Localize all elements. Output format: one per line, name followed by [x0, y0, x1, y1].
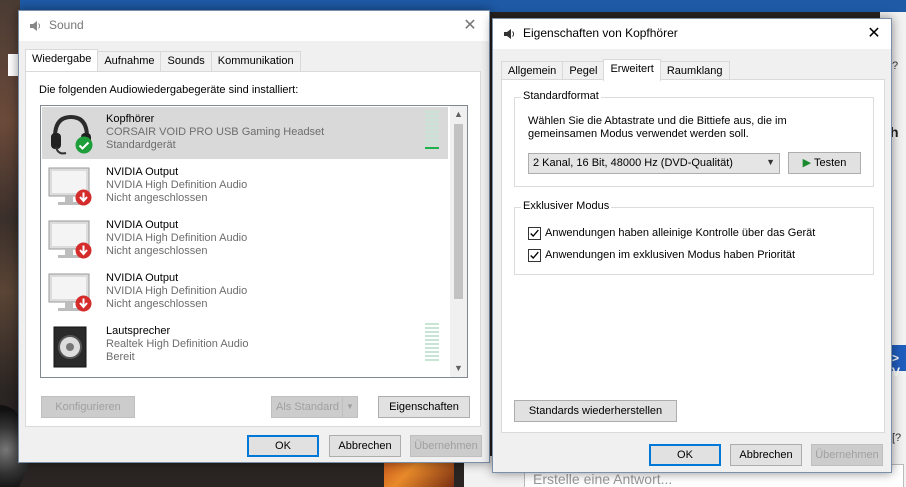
default-check-badge: [75, 136, 93, 154]
configure-button[interactable]: Konfigurieren: [41, 396, 135, 418]
properties-window-title: Eigenschaften von Kopfhörer: [523, 26, 678, 40]
sound-apply-button[interactable]: Übernehmen: [410, 435, 482, 457]
sound-cancel-button[interactable]: Abbrechen: [329, 435, 401, 457]
exclusive-mode-group: Exklusiver Modus Anwendungen haben allei…: [514, 200, 874, 275]
erweitert-panel: Standardformat Wählen Sie die Abtastrate…: [501, 79, 885, 433]
list-item-nvidia-output-2[interactable]: NVIDIA Output NVIDIA High Definition Aud…: [42, 213, 448, 265]
volume-meter: [425, 323, 439, 363]
device-description: NVIDIA High Definition Audio: [106, 232, 248, 244]
checkmark-icon: [530, 229, 539, 238]
restore-defaults-button[interactable]: Standards wiederherstellen: [514, 400, 677, 422]
default-format-group: Standardformat Wählen Sie die Abtastrate…: [514, 90, 874, 187]
list-heading: Die folgenden Audiowiedergabegeräte sind…: [39, 84, 299, 96]
device-description: NVIDIA High Definition Audio: [106, 285, 248, 297]
exclusive-mode-group-label: Exklusiver Modus: [521, 200, 612, 212]
set-default-dropdown[interactable]: ▼: [342, 396, 358, 418]
speaker-app-icon: [504, 29, 515, 39]
format-select-value: 2 Kanal, 16 Bit, 48000 Hz (DVD-Qualität): [533, 157, 733, 169]
desktop-background-left: [0, 0, 30, 487]
device-status: Standardgerät: [106, 139, 176, 151]
disconnected-arrow-badge: [75, 295, 92, 312]
list-item-lautsprecher[interactable]: Lautsprecher Realtek High Definition Aud…: [42, 319, 448, 371]
properties-ok-button[interactable]: OK: [649, 444, 721, 466]
sound-window-title: Sound: [49, 18, 84, 32]
tab-aufnahme[interactable]: Aufnahme: [97, 51, 162, 71]
tab-pegel[interactable]: Pegel: [562, 61, 605, 81]
sound-titlebar: Sound ✕: [19, 11, 489, 41]
checkmark-icon: [530, 251, 539, 260]
exclusive-priority-checkbox-row[interactable]: Anwendungen im exklusiven Modus haben Pr…: [528, 248, 858, 264]
device-status: Nicht angeschlossen: [106, 298, 208, 310]
test-button[interactable]: ▶ Testen: [788, 152, 861, 174]
browser-top-bar-right: [880, 0, 906, 12]
tab-sounds[interactable]: Sounds: [160, 51, 212, 71]
volume-meter: [425, 111, 439, 151]
device-name: NVIDIA Output: [106, 219, 179, 231]
device-description: Realtek High Definition Audio: [106, 338, 249, 350]
tab-kommunikation[interactable]: Kommunikation: [210, 51, 301, 71]
device-status: Bereit: [106, 351, 135, 363]
device-status: Nicht angeschlossen: [106, 245, 208, 257]
default-format-description-line1: Wählen Sie die Abtastrate und die Bittie…: [528, 115, 787, 127]
test-button-label: Testen: [813, 157, 847, 169]
sound-close-button[interactable]: ✕: [459, 15, 481, 37]
page-marker-bottom: [?: [892, 432, 902, 444]
speaker-app-icon: [30, 21, 41, 31]
tab-erweitert[interactable]: Erweitert: [603, 59, 661, 81]
device-status: Nicht angeschlossen: [106, 192, 208, 204]
exclusive-control-checkbox-row[interactable]: Anwendungen haben alleinige Kontrolle üb…: [528, 226, 858, 242]
format-select[interactable]: 2 Kanal, 16 Bit, 48000 Hz (DVD-Qualität)…: [528, 153, 780, 174]
tab-wiedergabe[interactable]: Wiedergabe: [25, 49, 99, 71]
device-list[interactable]: Kopfhörer CORSAIR VOID PRO USB Gaming He…: [40, 105, 468, 378]
exclusive-priority-label: Anwendungen im exklusiven Modus haben Pr…: [545, 249, 796, 261]
sound-tabstrip: Wiedergabe Aufnahme Sounds Kommunikation: [25, 49, 301, 71]
scroll-up-icon[interactable]: ▲: [450, 106, 467, 123]
properties-button[interactable]: Eigenschaften: [378, 396, 470, 418]
scroll-thumb[interactable]: [454, 124, 463, 299]
set-default-button[interactable]: Als Standard: [271, 396, 343, 418]
properties-tabstrip: Allgemein Pegel Erweitert Raumklang: [501, 59, 730, 81]
scroll-down-icon[interactable]: ▼: [450, 360, 467, 377]
exclusive-control-checkbox[interactable]: [528, 227, 541, 240]
exclusive-control-label: Anwendungen haben alleinige Kontrolle üb…: [545, 227, 816, 239]
device-description: NVIDIA High Definition Audio: [106, 179, 248, 191]
exclusive-priority-checkbox[interactable]: [528, 249, 541, 262]
device-name: NVIDIA Output: [106, 272, 179, 284]
device-list-scrollbar[interactable]: ▲ ▼: [450, 106, 467, 377]
list-item-nvidia-output-1[interactable]: NVIDIA Output NVIDIA High Definition Aud…: [42, 160, 448, 212]
list-item-nvidia-output-3[interactable]: NVIDIA Output NVIDIA High Definition Aud…: [42, 266, 448, 318]
sound-ok-button[interactable]: OK: [247, 435, 319, 457]
tab-allgemein[interactable]: Allgemein: [501, 61, 564, 81]
properties-apply-button[interactable]: Übernehmen: [811, 444, 883, 466]
default-format-description-line2: gemeinsamen Modus verwendet werden soll.: [528, 128, 749, 140]
list-item-kopfhoerer[interactable]: Kopfhörer CORSAIR VOID PRO USB Gaming He…: [42, 107, 448, 159]
sound-window: Sound ✕ Wiedergabe Aufnahme Sounds Kommu…: [18, 10, 490, 463]
device-name: Lautsprecher: [106, 325, 171, 337]
properties-close-button[interactable]: ✕: [863, 23, 885, 45]
page-marker-top: ?: [892, 60, 899, 72]
device-description: CORSAIR VOID PRO USB Gaming Headset: [106, 126, 325, 138]
play-icon: ▶: [802, 157, 812, 169]
device-name: NVIDIA Output: [106, 166, 179, 178]
device-name: Kopfhörer: [106, 113, 155, 125]
disconnected-arrow-badge: [75, 189, 92, 206]
disconnected-arrow-badge: [75, 242, 92, 259]
wiedergabe-panel: Die folgenden Audiowiedergabegeräte sind…: [25, 71, 481, 427]
chevron-down-icon: ▼: [766, 157, 775, 167]
default-format-group-label: Standardformat: [521, 90, 601, 102]
properties-titlebar: Eigenschaften von Kopfhörer ✕: [493, 19, 891, 49]
tab-raumklang[interactable]: Raumklang: [659, 61, 730, 81]
properties-window: Eigenschaften von Kopfhörer ✕ Allgemein …: [492, 18, 892, 473]
speaker-icon: [53, 326, 87, 368]
properties-cancel-button[interactable]: Abbrechen: [730, 444, 802, 466]
